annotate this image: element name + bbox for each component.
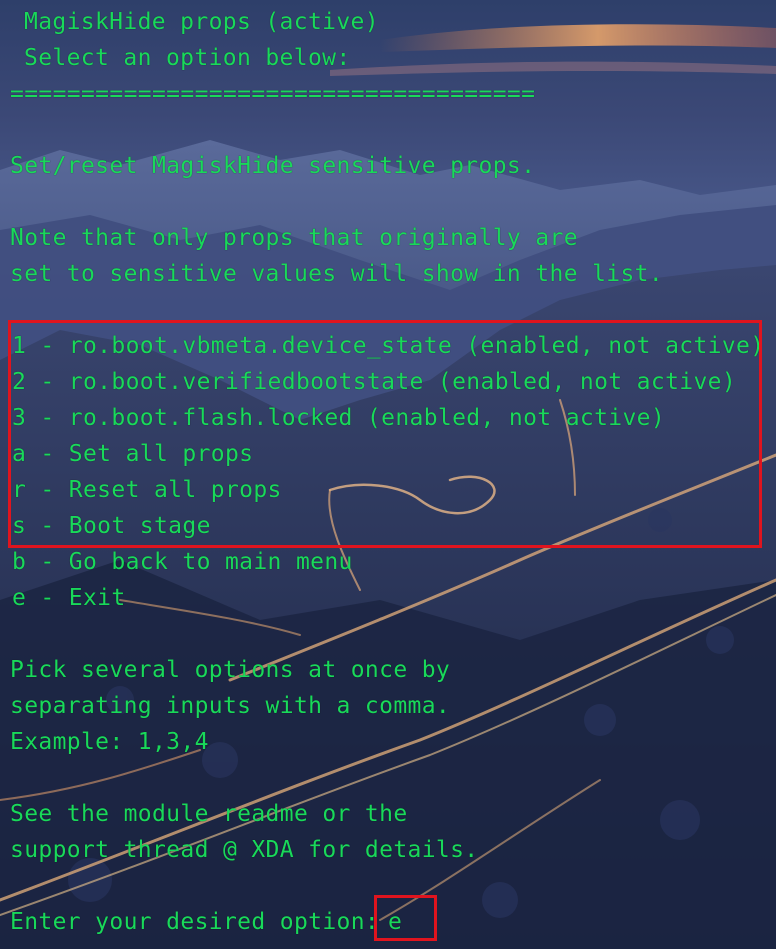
- option-input[interactable]: e: [388, 904, 402, 940]
- hint-line-1: Pick several options at once by: [10, 657, 451, 683]
- input-prompt-label: Enter your desired option:: [10, 909, 380, 935]
- option-set-all: a - Set all props: [12, 441, 254, 467]
- option-1: 1 - ro.boot.vbmeta.device_state (enabled…: [12, 333, 765, 359]
- option-reset-all: r - Reset all props: [12, 477, 282, 503]
- terminal-window: MagiskHide props (active) Select an opti…: [0, 0, 776, 949]
- option-3: 3 - ro.boot.flash.locked (enabled, not a…: [12, 405, 666, 431]
- support-line-1: See the module readme or the: [10, 801, 408, 827]
- option-boot-stage: s - Boot stage: [12, 513, 211, 539]
- option-exit: e - Exit: [12, 585, 126, 611]
- menu-subtitle: Select an option below:: [24, 45, 351, 71]
- separator-line: =====================================: [10, 81, 536, 107]
- note-line-1: Note that only props that originally are: [10, 225, 578, 251]
- note-line-2: set to sensitive values will show in the…: [10, 261, 664, 287]
- option-go-back: b - Go back to main menu: [12, 549, 353, 575]
- menu-intro: Set/reset MagiskHide sensitive props.: [10, 153, 536, 179]
- menu-title: MagiskHide props (active): [24, 9, 379, 35]
- hint-example: Example: 1,3,4: [10, 729, 209, 755]
- option-2: 2 - ro.boot.verifiedbootstate (enabled, …: [12, 369, 737, 395]
- support-line-2: support thread @ XDA for details.: [10, 837, 479, 863]
- hint-line-2: separating inputs with a comma.: [10, 693, 451, 719]
